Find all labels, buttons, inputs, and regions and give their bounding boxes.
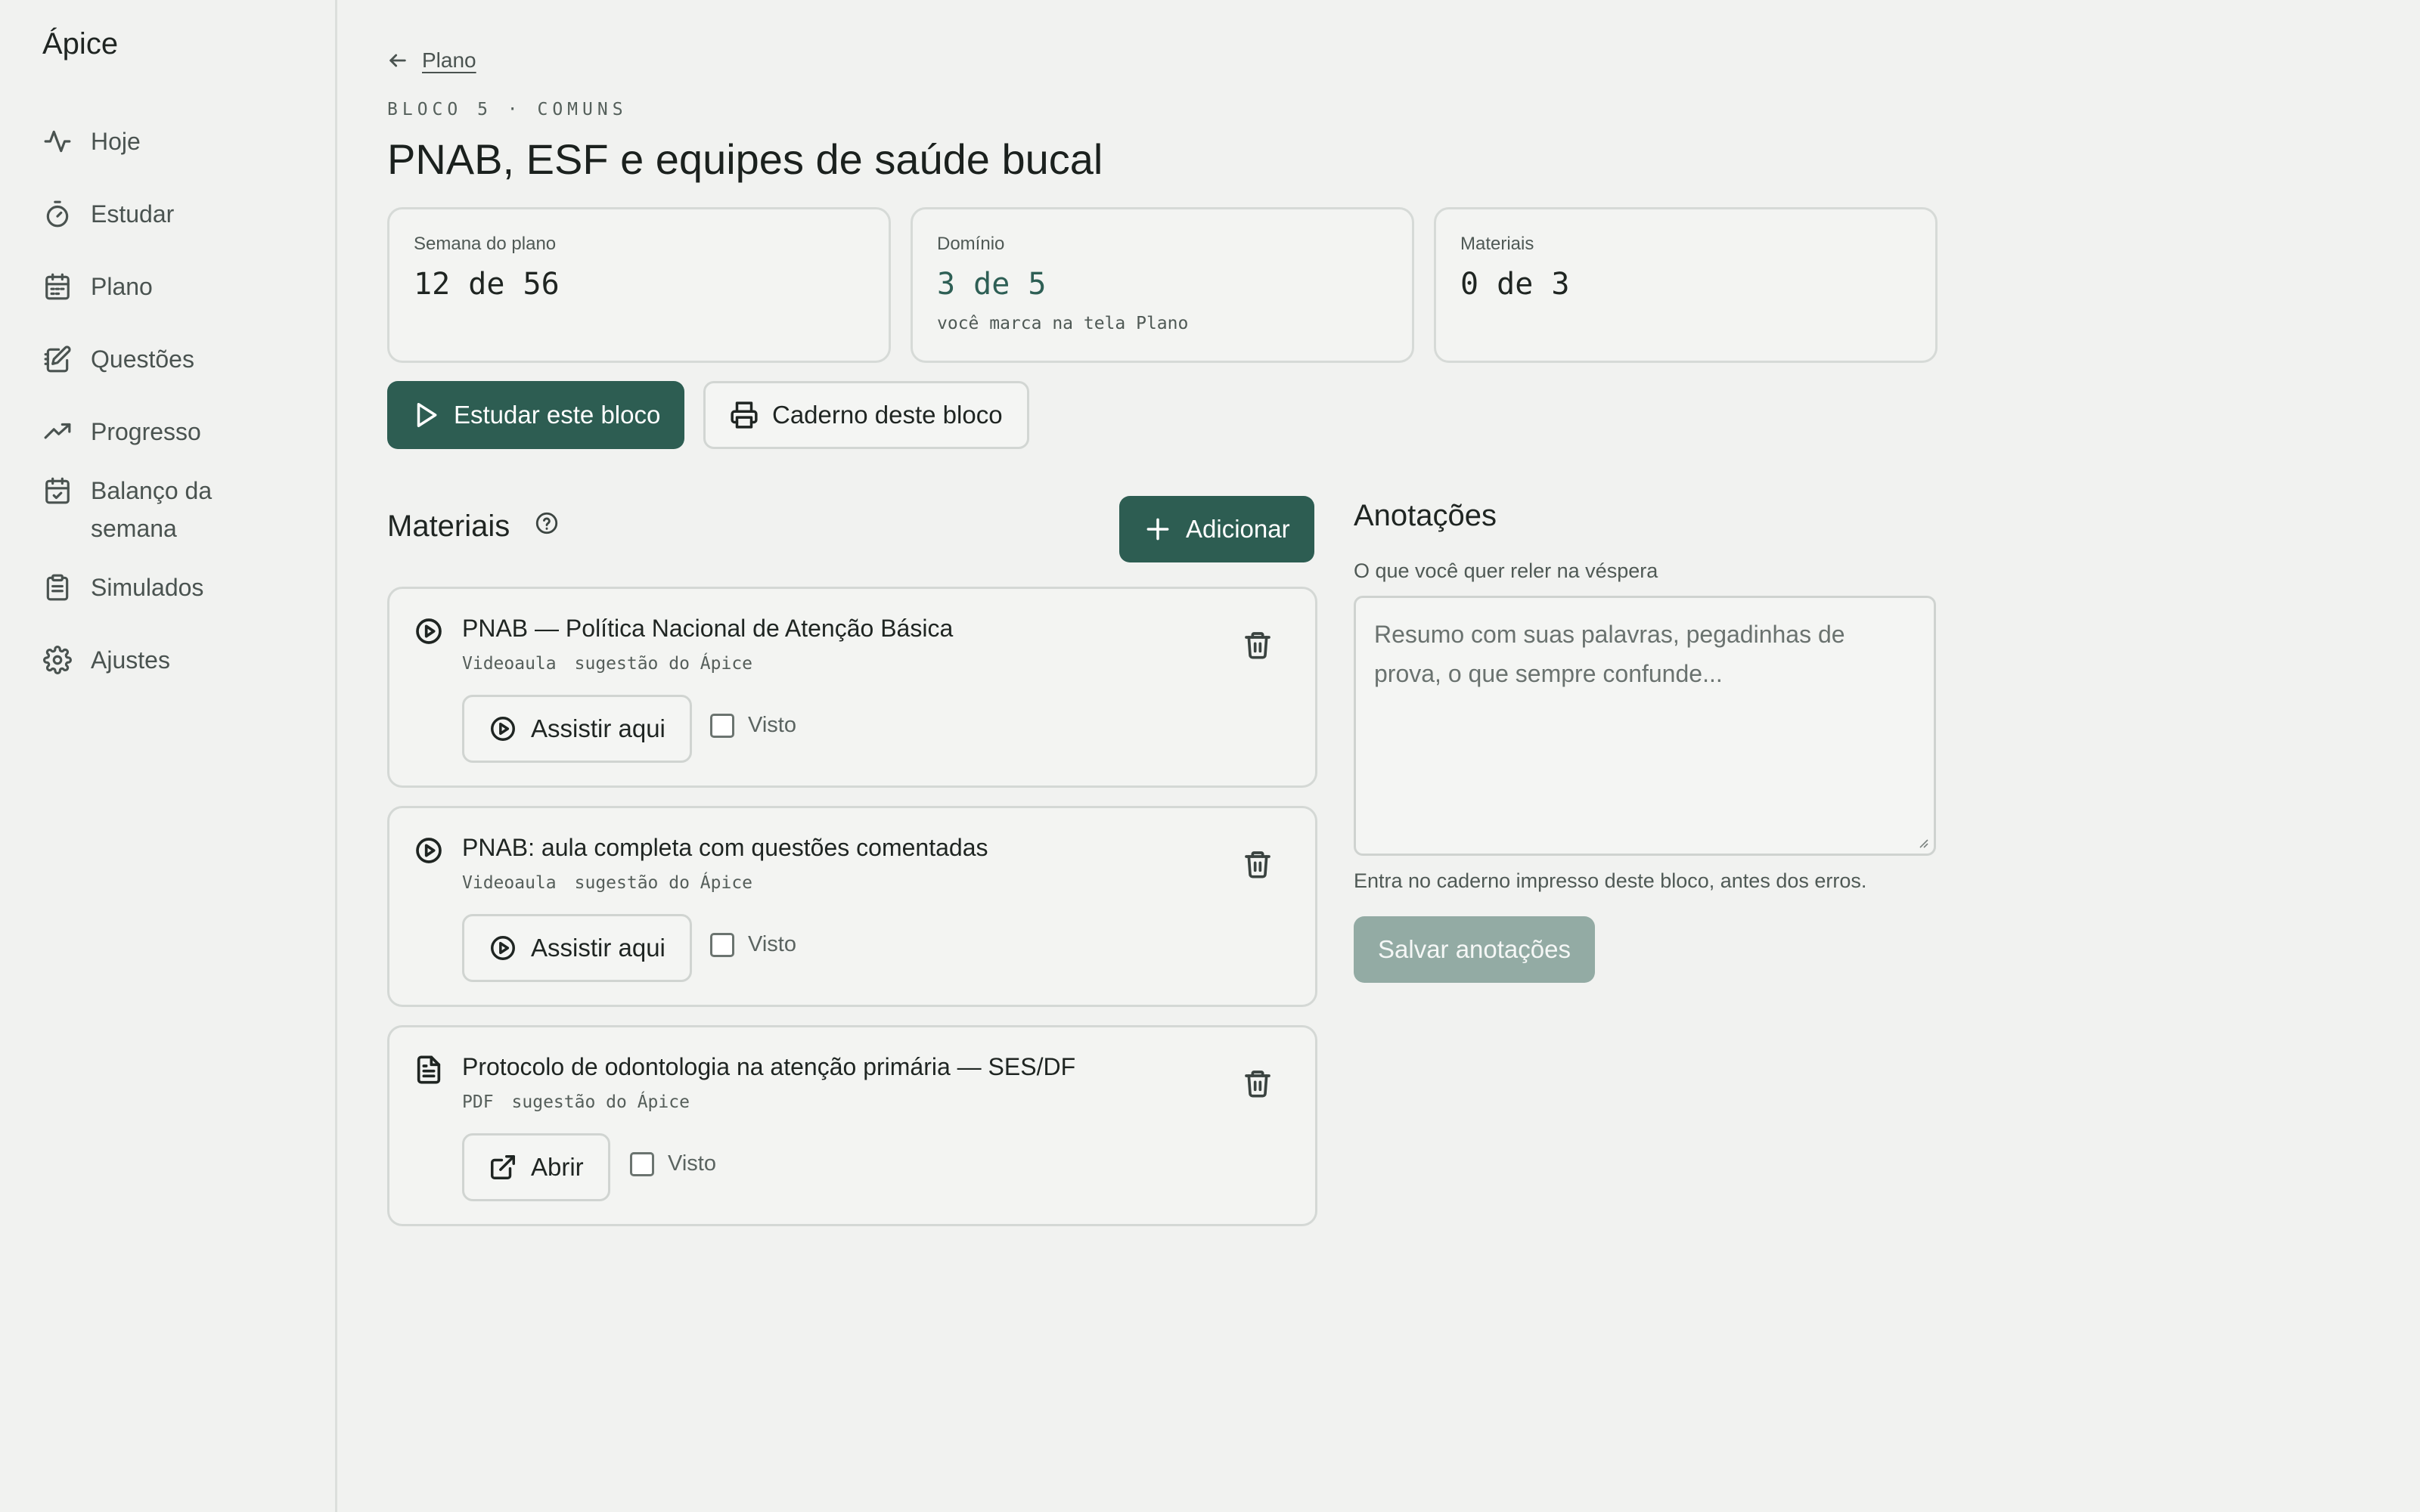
open-button[interactable]: Abrir bbox=[462, 1133, 610, 1201]
plus-icon bbox=[1146, 518, 1169, 541]
materials-heading-text: Materiais bbox=[387, 510, 510, 543]
stat-value: 12 de 56 bbox=[414, 267, 560, 302]
stat-card-semana: Semana do plano 12 de 56 bbox=[387, 207, 891, 363]
printer-icon bbox=[731, 401, 758, 429]
arrow-left-icon bbox=[389, 54, 406, 67]
sidebar-item-label: Hoje bbox=[91, 128, 141, 155]
stat-value: 0 de 3 bbox=[1460, 267, 1570, 302]
sidebar-item-label: Questões bbox=[91, 345, 194, 373]
stat-value: 3 de 5 bbox=[937, 267, 1047, 302]
page-title: PNAB, ESF e equipes de saúde bucal bbox=[387, 135, 1103, 183]
sidebar-item-label: Ajustes bbox=[91, 646, 170, 674]
notes-subtitle: O que você quer reler na véspera bbox=[1354, 559, 1658, 582]
timer-icon bbox=[42, 195, 73, 233]
play-circle-icon bbox=[414, 616, 444, 650]
materials-heading: Materiais bbox=[387, 510, 560, 544]
help-icon[interactable] bbox=[534, 510, 560, 544]
watch-here-button[interactable]: Assistir aqui bbox=[462, 914, 692, 982]
play-circle-icon bbox=[414, 835, 444, 869]
material-meta: PDF sugestão do Ápice bbox=[462, 1092, 690, 1112]
material-meta: Videoaula sugestão do Ápice bbox=[462, 654, 752, 674]
study-block-button[interactable]: Estudar este bloco bbox=[387, 381, 685, 449]
sidebar-item-label: Plano bbox=[91, 273, 153, 300]
material-source: sugestão do Ápice bbox=[511, 1092, 690, 1112]
save-notes-button[interactable]: Salvar anotações bbox=[1354, 916, 1595, 983]
stat-label: Materiais bbox=[1460, 234, 1534, 254]
notes-placeholder: Resumo com suas palavras, pegadinhas de … bbox=[1374, 621, 1845, 687]
watch-here-label: Assistir aqui bbox=[531, 934, 666, 962]
play-icon bbox=[417, 403, 437, 427]
seen-checkbox[interactable]: Visto bbox=[710, 713, 796, 738]
trending-up-icon bbox=[42, 413, 73, 451]
seen-checkbox[interactable]: Visto bbox=[710, 932, 796, 957]
file-text-icon bbox=[414, 1055, 444, 1089]
stat-card-dominio: Domínio 3 de 5 você marca na tela Plano bbox=[911, 207, 1414, 363]
play-circle-icon bbox=[491, 936, 515, 960]
play-circle-icon bbox=[491, 717, 515, 741]
sidebar-item-label: Estudar bbox=[91, 200, 175, 228]
notes-heading: Anotações bbox=[1354, 499, 1497, 532]
checkbox-box[interactable] bbox=[710, 713, 734, 738]
open-label: Abrir bbox=[531, 1153, 584, 1181]
stat-label: Semana do plano bbox=[414, 234, 557, 254]
seen-checkbox[interactable]: Visto bbox=[630, 1151, 716, 1176]
add-material-label: Adicionar bbox=[1186, 515, 1290, 543]
trash-icon[interactable] bbox=[1243, 630, 1273, 664]
stat-sub: você marca na tela Plano bbox=[937, 314, 1189, 333]
material-type: PDF bbox=[462, 1092, 494, 1112]
material-type: Videoaula bbox=[462, 654, 557, 674]
study-block-label: Estudar este bloco bbox=[454, 401, 661, 429]
seen-label: Visto bbox=[668, 1151, 716, 1176]
stat-label: Domínio bbox=[937, 234, 1005, 254]
block-notebook-label: Caderno deste bloco bbox=[772, 401, 1003, 429]
material-title: PNAB: aula completa com questões comenta… bbox=[462, 834, 988, 861]
notes-textarea[interactable]: Resumo com suas palavras, pegadinhas de … bbox=[1354, 596, 1936, 856]
notebook-pen-icon bbox=[42, 340, 73, 378]
material-meta: Videoaula sugestão do Ápice bbox=[462, 873, 752, 893]
calendar-icon bbox=[42, 268, 73, 305]
gear-icon bbox=[42, 641, 73, 679]
sidebar-item-progresso[interactable]: Progresso bbox=[42, 413, 315, 451]
add-material-button[interactable]: Adicionar bbox=[1119, 496, 1314, 562]
trash-icon[interactable] bbox=[1243, 849, 1273, 883]
calendar-check-icon bbox=[42, 472, 73, 510]
back-link[interactable]: Plano bbox=[387, 48, 476, 73]
app-logo: Ápice bbox=[42, 27, 119, 60]
seen-label: Visto bbox=[748, 713, 796, 737]
external-link-icon bbox=[491, 1155, 515, 1179]
sidebar-item-label: Simulados bbox=[91, 574, 204, 601]
back-link-label: Plano bbox=[422, 48, 476, 72]
sidebar-item-simulados[interactable]: Simulados bbox=[42, 569, 315, 606]
material-card: Protocolo de odontologia na atenção prim… bbox=[387, 1025, 1317, 1226]
watch-here-button[interactable]: Assistir aqui bbox=[462, 695, 692, 763]
material-type: Videoaula bbox=[462, 873, 557, 893]
sidebar-item-hoje[interactable]: Hoje bbox=[42, 122, 315, 160]
sidebar-item-label: Balanço da semana bbox=[91, 477, 213, 542]
material-card: PNAB — Política Nacional de Atenção Bási… bbox=[387, 587, 1317, 788]
notes-footnote: Entra no caderno impresso deste bloco, a… bbox=[1354, 869, 1867, 892]
sidebar-item-balanco-da-semana[interactable]: Balanço da semana bbox=[42, 472, 315, 547]
resize-handle-icon[interactable] bbox=[1917, 837, 1929, 849]
material-source: sugestão do Ápice bbox=[574, 873, 753, 893]
checkbox-box[interactable] bbox=[710, 932, 734, 957]
trash-icon[interactable] bbox=[1243, 1068, 1273, 1102]
sidebar-item-label: Progresso bbox=[91, 418, 201, 445]
sidebar-item-questoes[interactable]: Questões bbox=[42, 340, 315, 378]
sidebar-item-plano[interactable]: Plano bbox=[42, 268, 315, 305]
block-notebook-button[interactable]: Caderno deste bloco bbox=[703, 381, 1029, 449]
stat-card-materiais: Materiais 0 de 3 bbox=[1434, 207, 1938, 363]
clipboard-icon bbox=[42, 569, 73, 606]
sidebar: Ápice Hoje Estudar Plano Questões Progre… bbox=[0, 0, 337, 1512]
checkbox-box[interactable] bbox=[630, 1151, 654, 1176]
material-title: Protocolo de odontologia na atenção prim… bbox=[462, 1053, 1076, 1080]
watch-here-label: Assistir aqui bbox=[531, 714, 666, 742]
block-kicker: BLOCO 5 · COMUNS bbox=[387, 100, 628, 119]
seen-label: Visto bbox=[748, 932, 796, 956]
material-source: sugestão do Ápice bbox=[574, 654, 753, 674]
activity-icon bbox=[42, 122, 73, 160]
sidebar-item-ajustes[interactable]: Ajustes bbox=[42, 641, 315, 679]
sidebar-item-estudar[interactable]: Estudar bbox=[42, 195, 315, 233]
material-title: PNAB — Política Nacional de Atenção Bási… bbox=[462, 615, 954, 642]
material-card: PNAB: aula completa com questões comenta… bbox=[387, 806, 1317, 1007]
